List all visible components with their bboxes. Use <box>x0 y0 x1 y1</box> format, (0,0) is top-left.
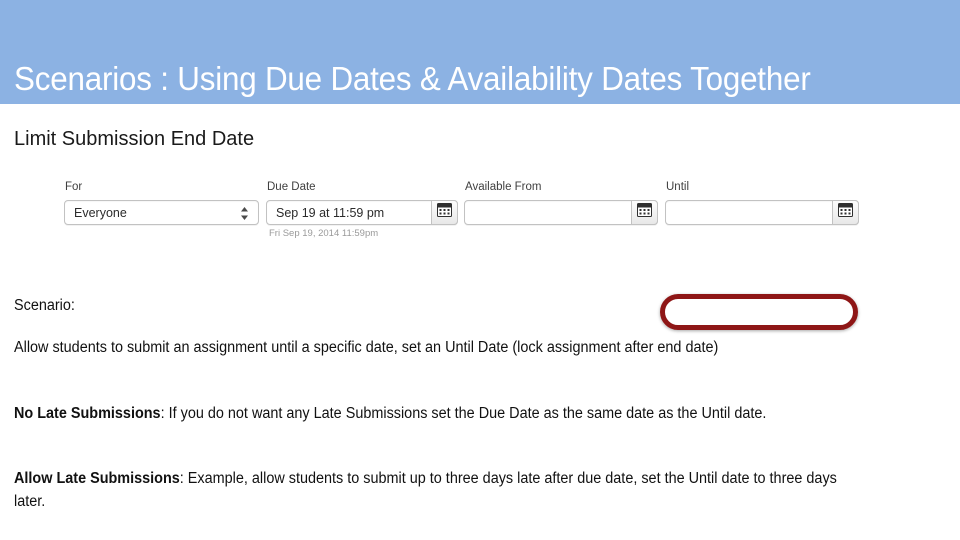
calendar-icon <box>838 203 853 222</box>
for-select-value: Everyone <box>74 206 127 220</box>
due-date-helper-text: Fri Sep 19, 2014 11:59pm <box>269 228 379 239</box>
scenario-label-paragraph: Scenario: <box>14 294 837 317</box>
no-late-submissions-paragraph: No Late Submissions: If you do not want … <box>14 402 837 425</box>
for-select[interactable]: Everyone <box>64 200 259 225</box>
assignment-dates-form: For Everyone Due Date Sep 19 at 11:59 pm <box>55 170 870 252</box>
title-banner: Scenarios : Using Due Dates & Availabili… <box>0 0 960 104</box>
calendar-icon <box>437 203 452 222</box>
due-date-input[interactable]: Sep 19 at 11:59 pm <box>266 200 458 225</box>
page-title: Scenarios : Using Due Dates & Availabili… <box>14 60 811 97</box>
available-from-calendar-button[interactable] <box>631 200 658 225</box>
allow-late-submissions-lead: Allow Late Submissions <box>14 470 180 487</box>
until-calendar-button[interactable] <box>832 200 859 225</box>
scenario-description-text: Allow students to submit an assignment u… <box>14 339 719 356</box>
label-due-date: Due Date <box>267 181 316 193</box>
scenario-description-paragraph: Allow students to submit an assignment u… <box>14 336 837 359</box>
label-available-from: Available From <box>465 181 542 193</box>
due-date-value: Sep 19 at 11:59 pm <box>276 206 385 220</box>
until-input[interactable] <box>665 200 859 225</box>
no-late-submissions-text: : If you do not want any Late Submission… <box>160 405 767 422</box>
scenario-label: Scenario: <box>14 297 75 314</box>
calendar-icon <box>637 203 652 222</box>
slide-body: Limit Submission End Date For Everyone D… <box>0 104 960 540</box>
allow-late-submissions-paragraph: Allow Late Submissions: Example, allow s… <box>14 467 837 513</box>
section-heading: Limit Submission End Date <box>14 128 255 150</box>
due-date-calendar-button[interactable] <box>431 200 458 225</box>
stepper-arrows-icon <box>240 206 249 221</box>
label-for: For <box>65 181 83 193</box>
label-until: Until <box>666 181 690 193</box>
no-late-submissions-lead: No Late Submissions <box>14 405 161 422</box>
available-from-input[interactable] <box>464 200 658 225</box>
